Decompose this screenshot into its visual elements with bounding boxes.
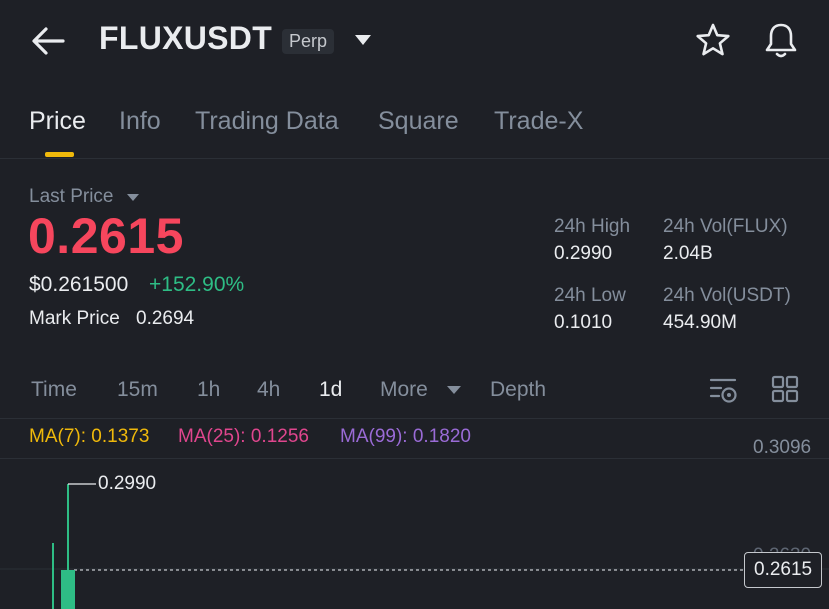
symbol-title[interactable]: FLUXUSDT [99,20,272,57]
interval-15m[interactable]: 15m [117,378,158,402]
interval-selector: Time 15m 1h 4h 1d More Depth [0,360,829,419]
interval-1d[interactable]: 1d [319,378,342,402]
tab-price[interactable]: Price [29,107,86,136]
active-tab-indicator [45,152,74,157]
stat-vol-quote-value: 454.90M [663,312,737,333]
moving-average-legend: MA(7): 0.1373 MA(25): 0.1256 MA(99): 0.1… [0,420,829,459]
stat-low-label: 24h Low [554,285,626,306]
caret-down-icon[interactable] [446,385,462,395]
section-tabs: Price Info Trading Data Square Trade-X [0,100,829,159]
stat-high-value: 0.2990 [554,243,613,264]
interval-4h[interactable]: 4h [257,378,280,402]
stat-high-label: 24h High [554,216,631,237]
grid-layout-icon[interactable] [770,374,800,404]
mark-price-value: 0.2694 [136,308,195,329]
ma25-label: MA(25): 0.1256 [178,426,309,447]
tab-trade-x[interactable]: Trade-X [494,107,583,136]
caret-down-icon[interactable] [126,193,140,202]
header-bar: FLUXUSDT Perp [0,0,829,82]
stat-vol-quote-label: 24h Vol(USDT) [663,285,791,306]
contract-type-badge: Perp [282,29,335,54]
last-price-label[interactable]: Last Price [29,186,113,208]
tab-square[interactable]: Square [378,107,459,136]
price-change-percent: +152.90% [149,273,245,296]
bell-icon[interactable] [762,21,800,59]
mark-price-label: Mark Price [29,308,120,329]
last-price-value: 0.2615 [28,208,184,264]
current-price-tag[interactable]: 0.2615 [744,552,823,588]
candle-body [61,570,75,609]
price-axis-top: 0.3096 [753,437,812,458]
chart-settings-icon[interactable] [708,374,740,406]
ma7-label: MA(7): 0.1373 [29,426,150,447]
interval-depth[interactable]: Depth [490,378,546,402]
tab-trading-data[interactable]: Trading Data [195,107,339,136]
back-arrow-icon[interactable] [30,24,66,58]
stat-vol-base-value: 2.04B [663,243,713,264]
stat-vol-base-label: 24h Vol(FLUX) [663,216,788,237]
caret-down-icon[interactable] [354,34,372,46]
high-annotation: 0.2990 [98,473,157,494]
interval-time[interactable]: Time [31,378,77,402]
star-icon[interactable] [695,22,731,58]
tab-info[interactable]: Info [119,107,161,136]
ma99-label: MA(99): 0.1820 [340,426,471,447]
interval-1h[interactable]: 1h [197,378,220,402]
stat-low-value: 0.1010 [554,312,613,333]
interval-more[interactable]: More [380,378,428,402]
usd-price: $0.261500 [29,273,129,296]
